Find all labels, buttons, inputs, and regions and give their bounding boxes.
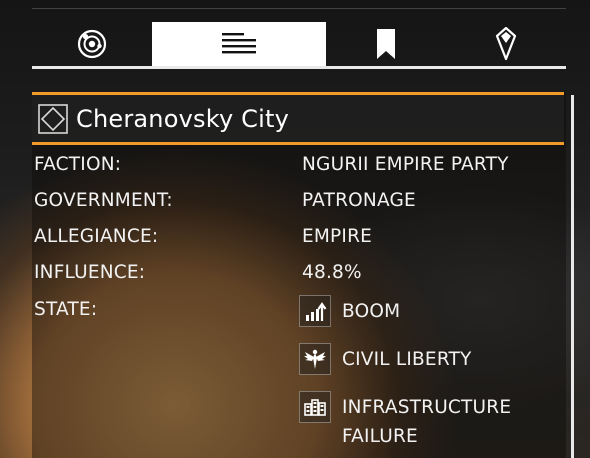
list-icon (222, 33, 256, 54)
faction-header: Cheranovsky City (32, 95, 564, 142)
scrollbar[interactable] (571, 95, 574, 458)
tab-system-map[interactable] (32, 22, 152, 66)
government-label: GOVERNMENT: (34, 190, 173, 211)
state-infrastructure-text: INFRASTRUCTURE (342, 397, 512, 418)
bookmark-icon (377, 29, 395, 59)
tab-details[interactable] (152, 22, 326, 66)
top-divider (32, 8, 566, 9)
civil-liberty-icon (299, 343, 331, 375)
tab-navigation[interactable] (446, 22, 566, 66)
tab-bookmarks[interactable] (326, 22, 446, 66)
state-boom-text: BOOM (342, 301, 401, 322)
header-bottom-border (32, 142, 564, 145)
allegiance-label: ALLEGIANCE: (34, 226, 159, 247)
boom-icon (299, 295, 331, 327)
state-label: STATE: (34, 299, 98, 320)
tab-bar (32, 22, 566, 66)
influence-label: INFLUENCE: (34, 262, 146, 283)
infrastructure-failure-icon (299, 391, 331, 423)
faction-diamond-icon (38, 103, 68, 134)
system-panel-screen: Cheranovsky City FACTION: NGURII EMPIRE … (0, 0, 590, 458)
faction-value: NGURII EMPIRE PARTY (302, 154, 509, 175)
faction-label: FACTION: (34, 154, 122, 175)
state-civil-liberty-text: CIVIL LIBERTY (342, 349, 472, 370)
system-map-icon (77, 29, 107, 59)
government-value: PATRONAGE (302, 190, 416, 211)
state-failure-text: FAILURE (342, 426, 418, 447)
faction-title: Cheranovsky City (76, 104, 290, 133)
location-pin-icon (495, 27, 517, 61)
allegiance-value: EMPIRE (302, 226, 373, 247)
tab-underline (32, 66, 566, 69)
influence-value: 48.8% (302, 262, 362, 283)
